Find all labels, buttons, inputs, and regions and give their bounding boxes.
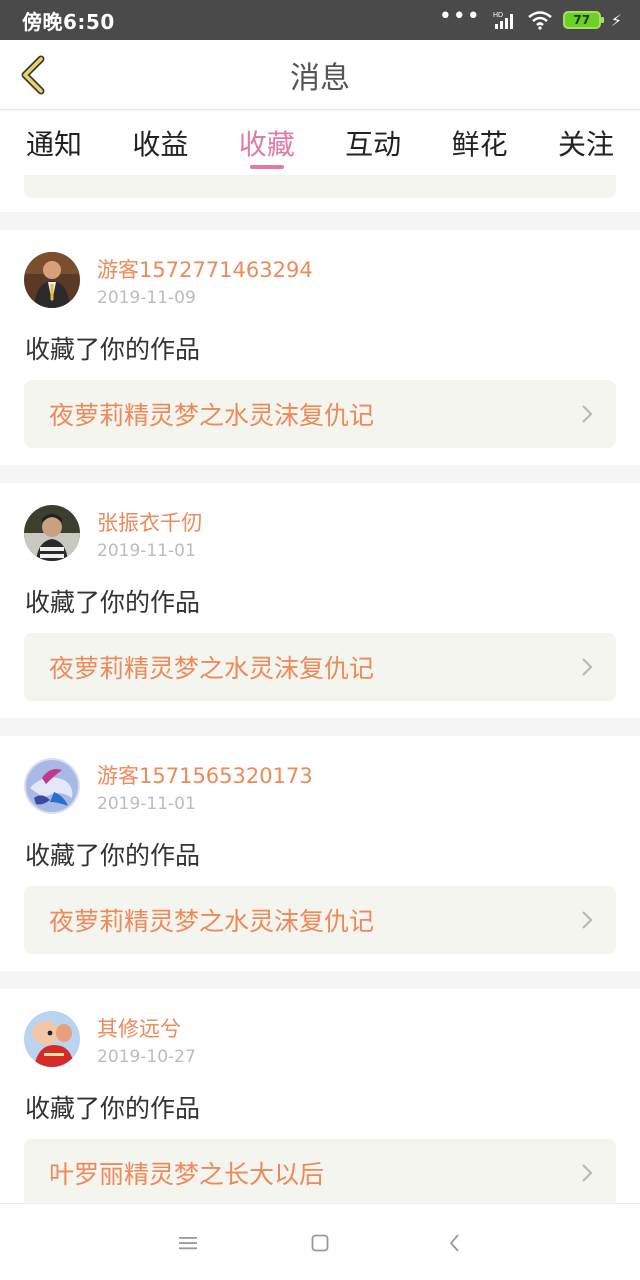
tab-favorites[interactable]: 收藏 bbox=[239, 111, 295, 175]
charging-icon: ⚡ bbox=[610, 10, 622, 30]
user-name[interactable]: 张振衣千仞 bbox=[97, 507, 202, 537]
message-date: 2019-11-09 bbox=[97, 288, 196, 308]
avatar[interactable] bbox=[24, 758, 80, 814]
user-name[interactable]: 其修远兮 bbox=[97, 1013, 181, 1043]
wifi-icon bbox=[527, 11, 552, 30]
svg-text:HD: HD bbox=[493, 12, 503, 19]
back-button[interactable] bbox=[14, 54, 50, 96]
home-button[interactable] bbox=[304, 1228, 336, 1258]
work-title: 夜萝莉精灵梦之水灵沫复仇记 bbox=[49, 654, 375, 683]
work-link[interactable]: 夜萝莉精灵梦之水灵沫复仇记 bbox=[24, 380, 616, 448]
user-name[interactable]: 游客1572771463294 bbox=[97, 254, 313, 284]
menu-icon bbox=[179, 1237, 197, 1250]
message-text: 收藏了你的作品 bbox=[25, 1094, 201, 1123]
tab-follows[interactable]: 关注 bbox=[558, 111, 614, 175]
message-text: 收藏了你的作品 bbox=[25, 588, 201, 617]
tab-notifications[interactable]: 通知 bbox=[26, 111, 82, 175]
tab-bar: 通知 收益 收藏 互动 鲜花 关注 bbox=[0, 111, 640, 175]
back-arrow-icon bbox=[21, 55, 45, 95]
system-nav-bar bbox=[0, 1203, 640, 1280]
avatar[interactable] bbox=[24, 252, 80, 308]
work-link[interactable]: 夜萝莉精灵梦之水灵沫复仇记 bbox=[24, 886, 616, 954]
active-tab-indicator bbox=[249, 165, 284, 169]
tab-interactions[interactable]: 互动 bbox=[345, 111, 401, 175]
status-bar: 傍晚6:50 ••• HD 77 ⚡ bbox=[0, 0, 640, 40]
page-title: 消息 bbox=[290, 60, 350, 96]
status-time: 傍晚6:50 bbox=[22, 9, 115, 34]
work-title: 叶罗丽精灵梦之长大以后 bbox=[49, 1160, 325, 1189]
message-date: 2019-11-01 bbox=[97, 794, 196, 814]
back-nav-icon bbox=[449, 1234, 459, 1252]
work-link[interactable]: 叶罗丽精灵梦之长大以后 bbox=[24, 1139, 616, 1203]
chevron-right-icon bbox=[582, 911, 593, 929]
partial-message-card bbox=[0, 175, 640, 212]
partial-work-link[interactable] bbox=[24, 175, 616, 198]
tab-flowers[interactable]: 鲜花 bbox=[452, 111, 508, 175]
message-card: 张振衣千仞 2019-11-01 收藏了你的作品 夜萝莉精灵梦之水灵沫复仇记 bbox=[0, 483, 640, 718]
message-text: 收藏了你的作品 bbox=[25, 841, 201, 870]
home-square-icon bbox=[311, 1234, 329, 1252]
work-title: 夜萝莉精灵梦之水灵沫复仇记 bbox=[49, 401, 375, 430]
work-link[interactable]: 夜萝莉精灵梦之水灵沫复仇记 bbox=[24, 633, 616, 701]
message-text: 收藏了你的作品 bbox=[25, 335, 201, 364]
chevron-right-icon bbox=[582, 658, 593, 676]
back-nav-button[interactable] bbox=[439, 1228, 471, 1258]
battery-icon: 77 bbox=[562, 11, 604, 29]
message-card: 游客1571565320173 2019-11-01 收藏了你的作品 夜萝莉精灵… bbox=[0, 736, 640, 971]
user-name[interactable]: 游客1571565320173 bbox=[97, 760, 313, 790]
signal-icon: HD bbox=[493, 12, 513, 29]
message-card: 其修远兮 2019-10-27 收藏了你的作品 叶罗丽精灵梦之长大以后 bbox=[0, 989, 640, 1203]
chevron-right-icon bbox=[582, 405, 593, 423]
message-card: 游客1572771463294 2019-11-09 收藏了你的作品 夜萝莉精灵… bbox=[0, 230, 640, 465]
work-title: 夜萝莉精灵梦之水灵沫复仇记 bbox=[49, 907, 375, 936]
avatar[interactable] bbox=[24, 1011, 80, 1067]
more-dots-icon: ••• bbox=[438, 4, 481, 29]
message-date: 2019-11-01 bbox=[97, 541, 196, 561]
battery-level: 77 bbox=[573, 13, 591, 27]
message-date: 2019-10-27 bbox=[97, 1047, 196, 1067]
status-icons: ••• HD 77 ⚡ bbox=[438, 4, 622, 30]
chevron-right-icon bbox=[582, 1164, 593, 1182]
avatar[interactable] bbox=[24, 505, 80, 561]
menu-button[interactable] bbox=[172, 1228, 204, 1258]
tab-earnings[interactable]: 收益 bbox=[132, 111, 188, 175]
message-list[interactable]: 游客1572771463294 2019-11-09 收藏了你的作品 夜萝莉精灵… bbox=[0, 175, 640, 1203]
header: 消息 bbox=[0, 40, 640, 110]
